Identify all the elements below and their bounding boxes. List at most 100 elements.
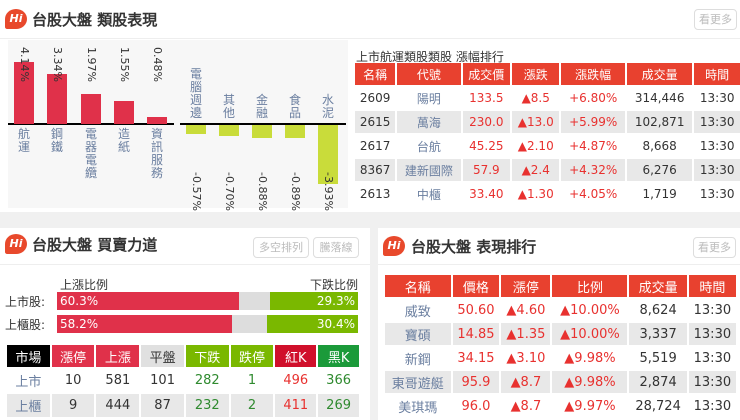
- table-cell: +4.32%: [561, 159, 625, 181]
- table-row[interactable]: 威致 50.60 ▲4.60 ▲10.00% 8,624 13:30: [385, 299, 736, 321]
- ratio-row: 上櫃股: 58.2% 30.4%: [5, 315, 360, 333]
- bar-value-label: 3.34%: [51, 47, 64, 82]
- ratio-row: 上市股: 60.3% 29.3%: [5, 292, 360, 310]
- hi-logo-icon: Hi: [5, 234, 27, 254]
- table-cell: 444: [96, 394, 140, 417]
- category-label: 造紙: [117, 127, 130, 154]
- bar-4[interactable]: [147, 116, 167, 124]
- column-header[interactable]: 價格: [452, 275, 500, 297]
- table-row[interactable]: 2609 陽明 133.5 ▲8.5 +6.80% 314,446 13:30: [355, 87, 740, 109]
- table-cell: 新鋼: [404, 352, 431, 368]
- ratio-track: 60.3% 29.3%: [57, 292, 358, 310]
- see-more-button[interactable]: 看更多: [694, 9, 737, 30]
- table-row: 上櫃 9 444 87 232 2 411 269: [7, 394, 359, 417]
- column-header[interactable]: 時間: [694, 63, 740, 85]
- table-cell: ▲8.5: [521, 91, 550, 105]
- performance-ranking-panel: Hi 台股大盤 表現排行 看更多 名稱 價格 漲停 比例 成交量 時間 威致 50.60 ▲4.…: [378, 228, 740, 420]
- column-header[interactable]: 名稱: [355, 63, 396, 85]
- bar-3[interactable]: [114, 100, 134, 124]
- table-cell: 2617: [359, 139, 391, 153]
- column-header[interactable]: 漲跌幅: [561, 63, 625, 85]
- table-cell: 建新國際: [397, 159, 461, 181]
- bar-value-label: 0.48%: [151, 47, 164, 82]
- table-row[interactable]: 2617 台航 45.25 ▲2.10 +4.87% 8,668 13:30: [355, 135, 740, 157]
- table-row[interactable]: 2613 中櫃 33.40 ▲1.30 +4.05% 1,719 13:30: [355, 183, 740, 205]
- table-cell: 8,624: [639, 302, 677, 318]
- see-more-button[interactable]: 看更多: [693, 237, 736, 258]
- bar-2[interactable]: [81, 94, 101, 124]
- table-cell: +6.80%: [569, 91, 618, 105]
- table-cell: +4.87%: [569, 139, 618, 153]
- table-cell: ▲9.98%: [552, 371, 628, 393]
- bar-5[interactable]: [186, 125, 206, 134]
- table-row[interactable]: 美琪瑪 96.0 ▲8.7 ▲9.97% 28,724 13:30: [385, 395, 736, 417]
- bar-7[interactable]: [252, 125, 272, 139]
- table-cell: ▲3.10: [506, 350, 546, 366]
- bar-value-label: 1.97%: [85, 47, 98, 82]
- table-cell: 33.40: [469, 187, 504, 201]
- table-cell: 13:30: [688, 371, 736, 393]
- table-cell: 314,446: [634, 91, 685, 105]
- table-cell: 282: [194, 373, 220, 388]
- table-cell: 13:30: [699, 91, 735, 105]
- table-row[interactable]: 2615 萬海 230.0 ▲13.0 +5.99% 102,871 13:30: [355, 111, 740, 133]
- table-cell: +4.05%: [569, 187, 618, 201]
- column-header[interactable]: 時間: [688, 275, 736, 297]
- table-cell: 34.15: [457, 350, 495, 366]
- table-row[interactable]: 東哥遊艇 95.9 ▲8.7 ▲9.98% 2,874 13:30: [385, 371, 736, 393]
- bar-8[interactable]: [285, 125, 305, 139]
- table-cell: 萬海: [397, 111, 461, 133]
- table-cell: 中櫃: [416, 187, 441, 202]
- ratio-track: 58.2% 30.4%: [57, 315, 358, 333]
- table-cell: 2615: [355, 111, 396, 133]
- advance-decline-line-button[interactable]: 騰落線: [313, 237, 359, 258]
- table-cell: 美琪瑪: [398, 400, 438, 416]
- table-cell: 87: [141, 394, 184, 417]
- bar-value-label: -0.70%: [223, 172, 236, 211]
- table-cell: ▲2.10: [517, 139, 554, 153]
- table-cell: ▲2.4: [512, 159, 560, 181]
- table-cell: 9: [51, 394, 95, 417]
- column-header[interactable]: 名稱: [385, 275, 451, 297]
- column-header[interactable]: 漲跌: [512, 63, 560, 85]
- column-header: 上漲: [96, 345, 140, 367]
- table-cell: 2609: [359, 91, 391, 105]
- performance-ranking-table: 名稱 價格 漲停 比例 成交量 時間 威致 50.60 ▲4.60 ▲10.00% 8,624 13:…: [383, 273, 738, 419]
- sector-performance-panel: Hi 台股大盤 類股表現 看更多 4.14% 航運 3.34% 鋼鐵 1.97% 電器電纜…: [0, 0, 740, 212]
- table-cell: 45.25: [469, 139, 504, 153]
- column-header[interactable]: 漲停: [501, 275, 551, 297]
- table-cell: 13:30: [699, 187, 735, 201]
- table-cell: 6,276: [626, 159, 693, 181]
- column-header[interactable]: 成交價: [462, 63, 511, 85]
- table-row[interactable]: 寶碩 14.85 ▲1.35 ▲10.00% 3,337 13:30: [385, 323, 736, 345]
- table-cell: 269: [318, 394, 359, 417]
- table-cell: 96.0: [461, 398, 491, 414]
- column-header: 紅K: [275, 345, 317, 367]
- table-cell: ▲1.30: [517, 187, 554, 201]
- column-header: 漲停: [51, 345, 95, 367]
- table-row[interactable]: 新鋼 34.15 ▲3.10 ▲9.98% 5,519 13:30: [385, 347, 736, 369]
- column-header[interactable]: 成交量: [626, 63, 693, 85]
- table-cell: 13:30: [693, 302, 732, 318]
- table-cell: 101: [150, 373, 175, 388]
- panel-title: 台股大盤 買賣力道: [32, 236, 158, 254]
- table-cell: 581: [105, 373, 131, 388]
- table-cell: 上櫃: [7, 394, 50, 417]
- table-cell: ▲9.98%: [564, 350, 616, 366]
- bar-6[interactable]: [219, 125, 239, 136]
- panel-title: 台股大盤 表現排行: [411, 238, 537, 256]
- column-header[interactable]: 成交量: [629, 275, 687, 297]
- up-ratio-bar: 60.3%: [57, 292, 239, 310]
- down-ratio-label: 下跌比例: [309, 278, 358, 292]
- sector-bar-chart: 4.14% 航運 3.34% 鋼鐵 1.97% 電器電纜 1.55% 造紙 0.48% 資訊服務 -…: [0, 0, 350, 211]
- table-cell: 台航: [416, 139, 441, 154]
- table-row[interactable]: 8367 建新國際 57.9 ▲2.4 +4.32% 6,276 13:30: [355, 159, 740, 181]
- up-ratio-label: 上漲比例: [60, 278, 109, 292]
- table-cell: 13:30: [694, 111, 740, 133]
- column-header[interactable]: 代號: [397, 63, 461, 85]
- table-cell: 10: [64, 373, 82, 388]
- column-header[interactable]: 比例: [552, 275, 628, 297]
- bull-bear-sort-button[interactable]: 多空排列: [253, 237, 309, 258]
- table-cell: 威致: [404, 304, 431, 320]
- table-cell: ▲13.0: [512, 111, 560, 133]
